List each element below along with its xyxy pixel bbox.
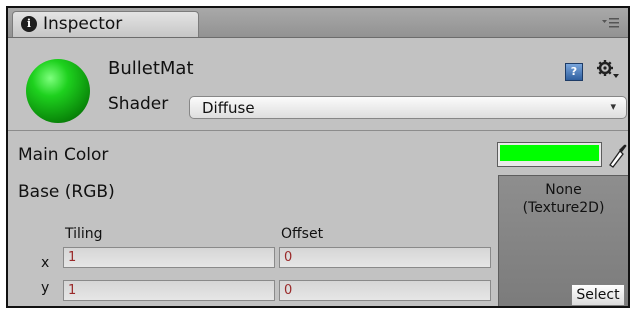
shader-label: Shader (108, 94, 169, 114)
main-color-fill (500, 145, 599, 161)
shader-value: Diffuse (202, 99, 255, 117)
tiling-y-input[interactable]: 1 (63, 280, 275, 301)
help-icon[interactable]: ? (565, 63, 583, 81)
texture-name: None (545, 182, 582, 198)
material-name: BulletMat (108, 58, 194, 79)
tab-inspector-label: Inspector (43, 14, 123, 34)
y-axis-label: y (41, 280, 50, 296)
base-rgb-label: Base (RGB) (18, 182, 115, 202)
main-color-field[interactable] (497, 142, 602, 167)
chevron-down-icon: ▾ (610, 100, 616, 113)
texture-slot[interactable]: None (Texture2D) Select (498, 175, 628, 306)
eyedropper-icon[interactable] (607, 142, 627, 168)
material-properties: Main Color Base (RGB) None (Texture2D) S… (8, 131, 628, 306)
material-header: BulletMat Shader Diffuse ▾ ? (8, 38, 628, 131)
tab-inspector[interactable]: i Inspector (12, 11, 199, 37)
info-icon: i (21, 16, 37, 32)
shader-dropdown[interactable]: Diffuse ▾ (189, 96, 627, 119)
material-preview-sphere (26, 59, 90, 123)
gear-icon[interactable] (596, 59, 620, 81)
texture-type: (Texture2D) (522, 200, 605, 216)
texture-select-button[interactable]: Select (571, 284, 625, 306)
panel-menu-icon[interactable] (602, 17, 620, 29)
tiling-header: Tiling (65, 226, 103, 242)
inspector-window: i Inspector BulletMat Shader Diffuse ▾ ? (6, 6, 630, 308)
x-axis-label: x (41, 255, 50, 271)
main-color-label: Main Color (18, 145, 109, 165)
offset-x-input[interactable]: 0 (279, 247, 491, 268)
offset-y-input[interactable]: 0 (279, 280, 491, 301)
offset-header: Offset (281, 226, 324, 242)
tab-bar: i Inspector (8, 8, 628, 38)
tiling-x-input[interactable]: 1 (63, 247, 275, 268)
